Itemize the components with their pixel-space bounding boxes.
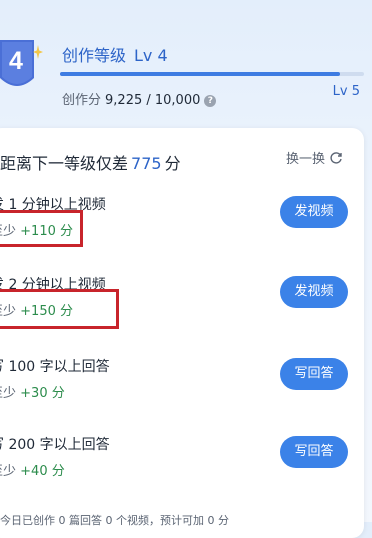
task-reward: 至少 +40 分 (0, 460, 65, 479)
level-progress-fill (60, 72, 341, 76)
card-title-suffix: 分 (164, 154, 181, 173)
task-reward-points: +40 分 (20, 464, 65, 479)
write-answer-button[interactable]: 写回答 (280, 358, 348, 390)
task-reward: 至少 +30 分 (0, 382, 65, 401)
refresh-label: 换一换 (286, 152, 326, 167)
card-title: 距离下一等级仅差 775 分 (0, 150, 181, 174)
task-title: 写 100 字以上回答 (0, 359, 110, 375)
footer-summary: 今日已创作 0 篇回答 0 个视频，预计可加 0 分 (0, 514, 229, 527)
task-reward-points: +30 分 (20, 386, 65, 401)
sparkle-icon (33, 45, 43, 59)
current-level-label: Lv 4 (134, 46, 168, 65)
task-reward-prefix: 至少 (0, 386, 17, 401)
score-row: 创作分 9,225 / 10,000? (62, 89, 217, 108)
task-title: 写 200 字以上回答 (0, 437, 110, 453)
task-item: 写 100 字以上回答 至少 +30 分 写回答 (0, 356, 364, 436)
highlight-box (0, 289, 119, 329)
score-value: 9,225 / 10,000 (105, 93, 201, 108)
refresh-icon (330, 151, 342, 164)
card-title-prefix: 距离下一等级仅差 (0, 154, 129, 173)
task-item: 写 200 字以上回答 至少 +40 分 写回答 (0, 434, 364, 514)
write-answer-button[interactable]: 写回答 (280, 436, 348, 468)
level-title: 创作等级 Lv 4 (62, 42, 168, 66)
post-video-button[interactable]: 发视频 (280, 196, 348, 228)
info-icon[interactable]: ? (204, 95, 217, 107)
level-number: 4 (9, 47, 23, 75)
refresh-button[interactable]: 换一换 (286, 148, 343, 167)
level-title-text: 创作等级 (62, 46, 127, 65)
points-needed: 775 (131, 154, 162, 173)
level-progress-bar (60, 72, 364, 76)
next-level-label: Lv 5 (332, 84, 360, 99)
post-video-button[interactable]: 发视频 (280, 276, 348, 308)
level-header: 4 创作等级 Lv 4 创作分 9,225 / 10,000? Lv 5 (0, 0, 372, 130)
task-reward-prefix: 至少 (0, 464, 17, 479)
score-label: 创作分 (62, 93, 102, 108)
task-card: 距离下一等级仅差775分 换一换 发 1 分钟以上视频 至少 +110 分 发视… (0, 128, 364, 538)
highlight-box (0, 210, 83, 247)
